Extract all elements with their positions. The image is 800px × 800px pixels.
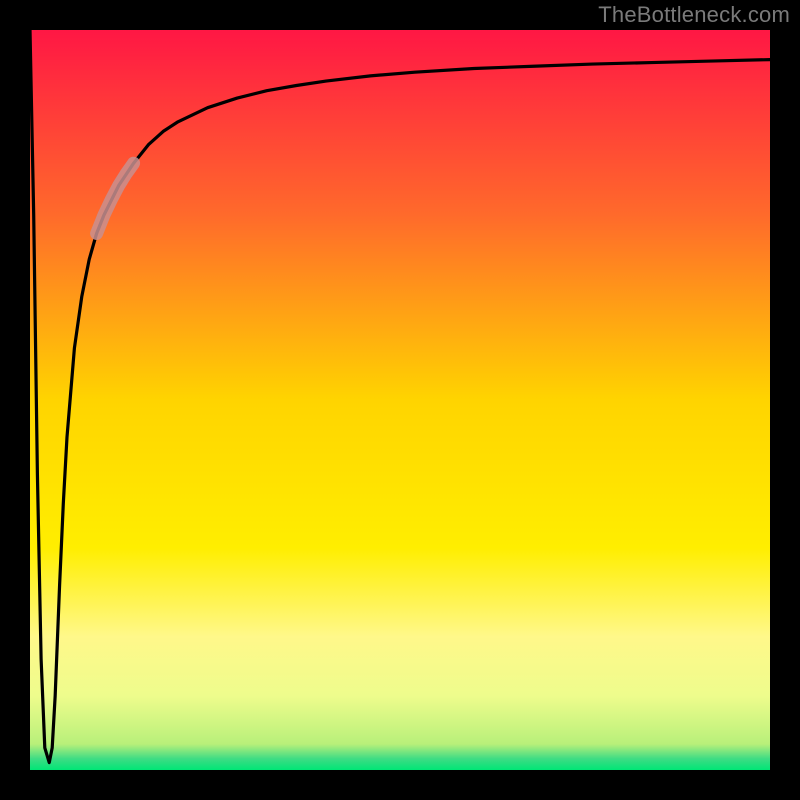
watermark-text: TheBottleneck.com — [598, 2, 790, 28]
gradient-background — [30, 30, 770, 770]
chart-svg — [30, 30, 770, 770]
plot-area — [30, 30, 770, 770]
chart-frame: TheBottleneck.com — [0, 0, 800, 800]
